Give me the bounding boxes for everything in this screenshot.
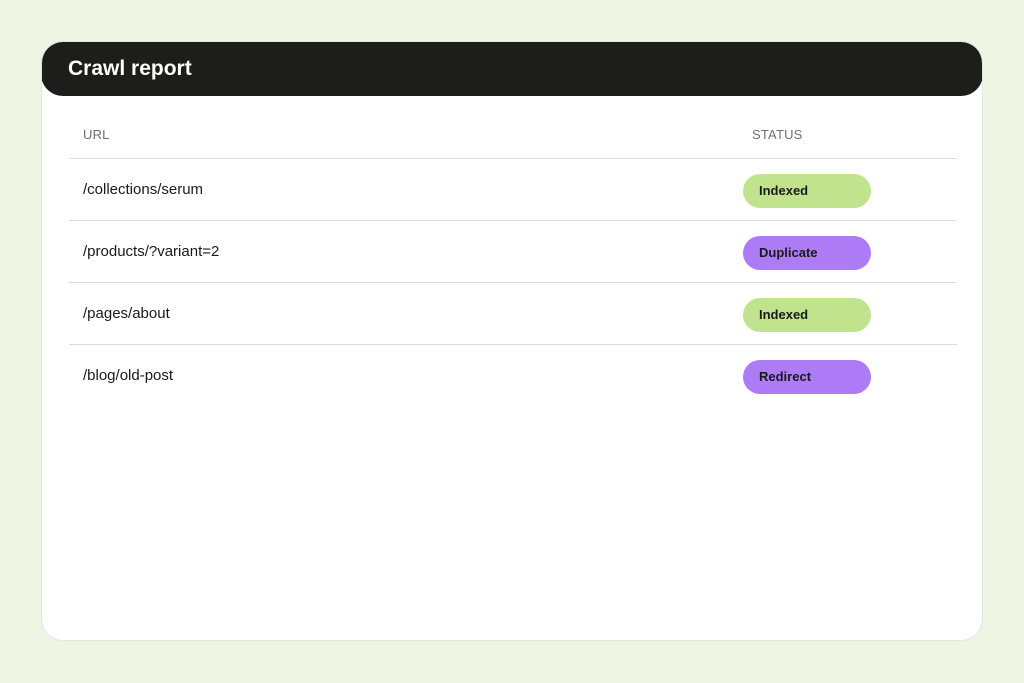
column-header-status: STATUS bbox=[752, 127, 803, 142]
row-url: /products/?variant=2 bbox=[83, 243, 220, 260]
row-url: /collections/serum bbox=[83, 181, 204, 198]
crawl-report-card: Crawl report URL STATUS /collections/ser… bbox=[41, 41, 983, 641]
table-header-row: URL STATUS bbox=[69, 97, 957, 159]
crawl-table: URL STATUS /collections/serum Indexed /p… bbox=[69, 97, 957, 406]
column-header-url: URL bbox=[83, 127, 110, 142]
status-badge: Indexed bbox=[743, 174, 871, 208]
table-row: /products/?variant=2 Duplicate bbox=[69, 221, 957, 283]
table-row: /collections/serum Indexed bbox=[69, 159, 957, 221]
row-url: /blog/old-post bbox=[83, 367, 174, 384]
status-badge: Duplicate bbox=[743, 236, 871, 270]
row-url: /pages/about bbox=[83, 305, 170, 322]
table-row: /blog/old-post Redirect bbox=[69, 345, 957, 406]
status-badge: Redirect bbox=[743, 360, 871, 394]
card-header: Crawl report bbox=[42, 42, 982, 96]
status-badge: Indexed bbox=[743, 298, 871, 332]
table-row: /pages/about Indexed bbox=[69, 283, 957, 345]
page-title: Crawl report bbox=[68, 57, 192, 80]
